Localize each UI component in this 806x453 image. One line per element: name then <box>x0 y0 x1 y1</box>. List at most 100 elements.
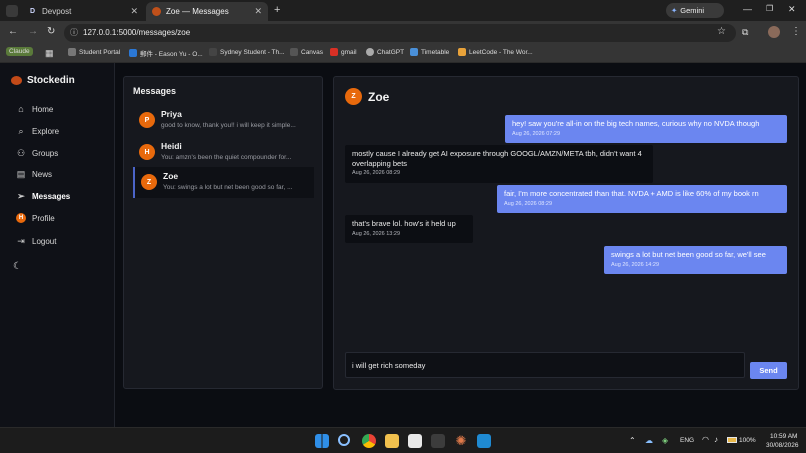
bookmark-timetable[interactable]: Timetable <box>410 48 449 56</box>
message-bubble-received: that's brave lol. how's it held up Aug 2… <box>345 215 473 243</box>
leetcode-icon <box>458 48 466 56</box>
back-icon[interactable]: ← <box>8 26 18 37</box>
message-text: fair, I'm more concentrated than that. N… <box>504 189 759 198</box>
close-tab-icon[interactable]: ✕ <box>130 6 138 17</box>
profile-avatar-icon[interactable] <box>768 26 780 38</box>
conversation-name: Zoe <box>163 171 179 181</box>
conversation-item-heidi[interactable]: H Heidi You: amzn's been the quiet compo… <box>133 137 314 168</box>
users-icon: ⚇ <box>16 147 26 158</box>
windows-taskbar: ✺ ⌃ ☁ ◈ ENG ◠ ♪ 100% 10:59 AM 30/08/2026 <box>0 427 806 453</box>
clock-date[interactable]: 30/08/2026 <box>766 442 799 449</box>
volume-icon[interactable]: ♪ <box>714 435 718 444</box>
bookmark-mail[interactable]: 郵件 - Eason Yu - O... <box>129 48 203 58</box>
language-indicator[interactable]: ENG <box>680 437 694 444</box>
new-tab-button[interactable]: + <box>274 4 280 16</box>
battery-percent: 100% <box>739 437 756 444</box>
messages-heading: Messages <box>133 86 177 96</box>
nav-logout[interactable]: ⇥ Logout <box>16 236 56 246</box>
conversation-item-priya[interactable]: P Priya good to know, thank you!! i will… <box>133 105 314 136</box>
bookmark-student-portal[interactable]: Student Portal <box>68 48 120 56</box>
gemini-icon: ✦ <box>671 6 678 15</box>
forward-icon[interactable]: → <box>28 26 38 37</box>
browser-menu-icon[interactable]: ⋮ <box>791 26 801 37</box>
tray-app-icon[interactable]: ◈ <box>662 436 668 445</box>
address-bar[interactable]: ⓘ 127.0.0.1:5000/messages/zoe ☆ <box>64 24 736 42</box>
avatar: H <box>139 144 155 160</box>
avatar: Z <box>345 88 362 105</box>
site-info-icon[interactable]: ⓘ <box>70 27 78 38</box>
apps-grid-icon[interactable]: ▦ <box>45 48 54 59</box>
clock-time[interactable]: 10:59 AM <box>770 433 797 440</box>
newspaper-icon: ▤ <box>16 168 26 179</box>
app-icon[interactable] <box>431 434 445 448</box>
conversation-name: Priya <box>161 109 182 119</box>
tab-label: Zoe — Messages <box>166 7 229 16</box>
extensions-icon[interactable]: ⧉ <box>742 27 748 38</box>
nav-home[interactable]: ⌂ Home <box>16 104 53 114</box>
outlook-icon <box>129 49 137 57</box>
logout-icon: ⇥ <box>17 235 25 246</box>
close-window-button[interactable]: ✕ <box>788 4 796 15</box>
wifi-icon[interactable]: ◠ <box>702 435 709 444</box>
sydney-icon <box>209 48 217 56</box>
tab-search-icon[interactable] <box>6 5 18 17</box>
brand-logo[interactable]: Stockedin <box>11 75 75 86</box>
avatar: Z <box>141 174 157 190</box>
stockedin-logo-icon <box>11 76 22 85</box>
nav-explore[interactable]: ⌕ Explore <box>16 126 59 136</box>
chat-contact-name: Zoe <box>368 89 390 104</box>
claude-icon[interactable]: ✺ <box>454 434 468 448</box>
gemini-label: Gemini <box>680 6 705 15</box>
bookmark-leetcode[interactable]: LeetCode - The Wor... <box>458 48 533 56</box>
store-icon[interactable] <box>408 434 422 448</box>
message-text: mostly cause I already get AI exposure t… <box>352 149 642 168</box>
bookmark-canvas[interactable]: Canvas <box>290 48 323 56</box>
stockedin-app: Stockedin ⌂ Home ⌕ Explore ⚇ Groups ▤ News ➢… <box>0 63 806 427</box>
search-taskbar-icon[interactable] <box>338 434 350 446</box>
sidebar: Stockedin ⌂ Home ⌕ Explore ⚇ Groups ▤ News ➢… <box>0 63 115 427</box>
restore-button[interactable]: ❐ <box>766 4 773 13</box>
tab-devpost[interactable]: D Devpost ✕ <box>22 2 144 21</box>
tray-cloud-icon[interactable]: ☁ <box>645 436 653 445</box>
bookmark-sydney-student[interactable]: Sydney Student - Th... <box>209 48 285 56</box>
url-text[interactable]: 127.0.0.1:5000/messages/zoe <box>83 28 190 37</box>
gemini-button[interactable]: ✦ Gemini <box>666 3 724 18</box>
bookmarks-bar: Claude ▦ Student Portal 郵件 - Eason Yu - … <box>0 45 806 63</box>
brand-name: Stockedin <box>27 75 75 86</box>
tray-chevron-icon[interactable]: ⌃ <box>629 436 636 445</box>
theme-toggle-moon-icon[interactable]: ☾ <box>13 261 22 272</box>
message-input[interactable] <box>346 353 744 377</box>
timetable-icon <box>410 48 418 56</box>
windows-start-icon[interactable] <box>315 434 329 448</box>
tab-zoe-messages[interactable]: Zoe — Messages ✕ <box>146 2 268 21</box>
message-text: that's brave lol. how's it held up <box>352 219 456 228</box>
nav-news[interactable]: ▤ News <box>16 169 52 179</box>
message-text: swings a lot but net been good so far, w… <box>611 250 766 259</box>
file-explorer-icon[interactable] <box>385 434 399 448</box>
minimize-button[interactable]: — <box>743 4 752 14</box>
nav-profile[interactable]: H Profile <box>16 213 55 223</box>
close-tab-icon[interactable]: ✕ <box>254 6 262 17</box>
message-timestamp: Aug 26, 2026 14:29 <box>611 261 660 268</box>
battery-icon[interactable] <box>727 437 737 443</box>
nav-groups[interactable]: ⚇ Groups <box>16 148 58 158</box>
vscode-icon[interactable] <box>477 434 491 448</box>
conversation-item-zoe[interactable]: Z Zoe You: swings a lot but net been goo… <box>133 167 314 198</box>
message-composer <box>345 352 745 378</box>
nav-messages[interactable]: ➢ Messages <box>16 191 70 201</box>
search-icon: ⌕ <box>18 125 24 136</box>
message-bubble-sent: hey! saw you're all-in on the big tech n… <box>505 115 787 143</box>
browser-toolbar: ← → ↻ ⓘ 127.0.0.1:5000/messages/zoe ☆ ⧉ … <box>0 21 806 45</box>
reload-icon[interactable]: ↻ <box>47 26 55 37</box>
bookmark-claude[interactable]: Claude <box>6 47 33 56</box>
bookmark-chatgpt[interactable]: ChatGPT <box>366 48 404 56</box>
chat-header: Z Zoe <box>345 88 389 105</box>
send-button[interactable]: Send <box>750 362 787 379</box>
message-timestamp: Aug 26, 2026 07:29 <box>512 130 561 137</box>
bookmark-star-icon[interactable]: ☆ <box>717 26 726 37</box>
chrome-icon[interactable] <box>362 434 376 448</box>
message-timestamp: Aug 26, 2026 08:29 <box>504 200 553 207</box>
bookmark-gmail[interactable]: gmail <box>330 48 357 56</box>
chatgpt-icon <box>366 48 374 56</box>
conversation-preview: You: swings a lot but net been good so f… <box>163 184 293 191</box>
